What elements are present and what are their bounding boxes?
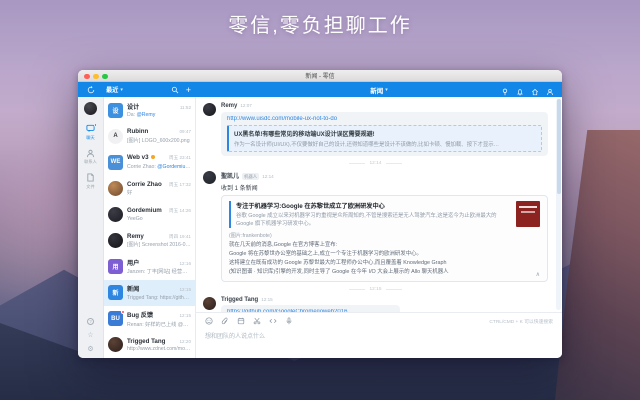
conversation-row[interactable]: BU Bug 反馈12:15 Renan: 好样的已上线 @Trigged T…… — [104, 306, 195, 332]
scrollbar-thumb[interactable] — [557, 99, 561, 194]
time-divider: 12:14 — [203, 161, 548, 166]
conversation-avatar — [108, 337, 123, 352]
gear-icon[interactable]: ⚙ — [87, 346, 93, 353]
conversation-avatar — [108, 207, 123, 222]
conversation-row[interactable]: A Rubinn09:47 [图片] LOGO_600x200.png — [104, 123, 195, 149]
news-thumbnail — [516, 201, 540, 227]
search-icon[interactable] — [171, 86, 179, 94]
conversation-avatar: A — [108, 129, 123, 144]
sender-avatar[interactable] — [203, 171, 216, 184]
conversation-row[interactable]: 设 设计11:52 Da: @Remy — [104, 97, 195, 123]
conversation-avatar: 新 — [108, 285, 123, 300]
conversation-avatar: WE — [108, 155, 123, 170]
unread-badge — [94, 123, 98, 127]
star-icon[interactable]: ☆ — [87, 332, 93, 339]
message-input[interactable] — [205, 330, 553, 340]
marketing-tagline: 零信,零负担聊工作 — [0, 9, 640, 38]
bot-badge: 机器人 — [242, 173, 259, 180]
minimize-button[interactable] — [93, 74, 99, 80]
channel-title[interactable]: 新闻 — [370, 85, 383, 95]
sync-icon[interactable] — [87, 86, 95, 94]
help-icon[interactable]: ? — [87, 318, 94, 325]
window-body: 聊天 联系人 文件 ? — [78, 97, 562, 358]
zoom-button[interactable] — [102, 74, 108, 80]
collapse-icon[interactable]: ∧ — [536, 271, 540, 278]
message-bubble: http://www.uisdc.com/mobile-ux-not-to-do… — [221, 112, 548, 156]
conversation-list: 设 设计11:52 Da: @Remy A Rubinn09:47 [图片] L… — [104, 97, 196, 358]
sender-avatar[interactable] — [203, 297, 216, 310]
members-icon[interactable] — [546, 88, 554, 96]
chat-scrollbar — [556, 99, 561, 310]
message: Remy 12:07 http://www.uisdc.com/mobile-u… — [203, 103, 548, 156]
sender-avatar[interactable] — [203, 103, 216, 116]
conversation-row[interactable]: Gordemium周五 14:26 YeeGo — [104, 201, 195, 227]
conversation-row[interactable]: 用 用户12:16 Janzen: 丁丰[网站] 经营费用周报 — [104, 254, 195, 280]
news-card[interactable]: 专注于机器学习:Google 在苏黎世成立了欧洲研发中心 谷歌 Google 成… — [221, 195, 548, 282]
desktop-wallpaper: 零信,零负担聊工作 新闻 - 零信 最近 ▾ — [0, 0, 640, 400]
microphone-icon[interactable] — [285, 317, 293, 325]
conversation-filter-dropdown[interactable]: 最近 — [106, 85, 118, 94]
code-icon[interactable] — [269, 317, 277, 325]
nav-sidebar: 聊天 联系人 文件 ? — [78, 97, 104, 358]
home-icon[interactable] — [531, 88, 539, 96]
file-icon — [86, 173, 95, 182]
unread-badge — [121, 310, 125, 314]
bell-icon[interactable] — [516, 88, 524, 96]
message-bubble: https://github.com/GoogleChrome/ioweb201… — [221, 305, 400, 312]
chat-pane: Remy 12:07 http://www.uisdc.com/mobile-u… — [196, 97, 562, 358]
window-titlebar[interactable]: 新闻 - 零信 — [78, 70, 562, 82]
sidebar-bottom: ? ☆ ⚙ — [87, 318, 94, 353]
wallpaper-rock-right — [555, 130, 640, 400]
contacts-icon — [86, 149, 95, 158]
sidebar-item-chats[interactable]: 聊天 — [86, 124, 95, 141]
my-avatar[interactable] — [84, 102, 97, 115]
new-conversation-button[interactable]: + — [186, 86, 191, 94]
window-title: 新闻 - 零信 — [305, 71, 334, 80]
screenshot-icon[interactable] — [253, 317, 261, 325]
chevron-down-icon: ▾ — [385, 87, 388, 93]
message-scroll-area: Remy 12:07 http://www.uisdc.com/mobile-u… — [196, 97, 562, 312]
chevron-down-icon: ▾ — [120, 87, 123, 93]
conversation-row[interactable]: WE Web v3周五 23:41 Corrie Zhao: @Gordemiu… — [104, 149, 195, 175]
conversation-avatar: 用 — [108, 259, 123, 274]
attachment-icon[interactable] — [221, 317, 229, 325]
conversation-avatar — [108, 181, 123, 196]
message: 聖凯儿 机器人 12:14 收到 1 条新闻 专注于机器学习:Google 在苏… — [203, 171, 548, 282]
sidebar-item-contacts[interactable]: 联系人 — [84, 149, 97, 166]
traffic-lights — [84, 74, 108, 80]
message: Trigged Tang 12:15 https://github.com/Go… — [203, 297, 548, 312]
app-header: 最近 ▾ + 新闻 ▾ — [78, 82, 562, 97]
conversation-avatar: 设 — [108, 103, 123, 118]
calendar-icon[interactable] — [237, 317, 245, 325]
conversation-avatar — [108, 233, 123, 248]
shortcut-hint: CTRL/CMD + K 可以快速搜索 — [489, 318, 553, 325]
conversation-row[interactable]: Remy周四 19:41 [图片] Screenshot 2016-05-14 … — [104, 227, 195, 253]
time-divider: 12:15 — [203, 287, 548, 292]
message-link[interactable]: http://www.uisdc.com/mobile-ux-not-to-do — [227, 116, 542, 122]
app-window: 新闻 - 零信 最近 ▾ + 新闻 ▾ — [78, 70, 562, 358]
pin-icon[interactable] — [501, 88, 509, 96]
link-preview-card[interactable]: UX黑名单!有哪些常见的移动端UX设计误区需要规避! 作为一名设计师(UI/UX… — [227, 125, 542, 152]
conversation-row[interactable]: Corrie Zhao周五 17:32 好 — [104, 175, 195, 201]
message-composer: CTRL/CMD + K 可以快速搜索 — [196, 312, 562, 358]
close-button[interactable] — [84, 74, 90, 80]
conversation-row-selected[interactable]: 新 新闻12:15 Trigged Tang: https://github.c… — [104, 280, 195, 306]
conversation-avatar: BU — [108, 311, 123, 326]
status-dot — [151, 155, 155, 159]
conversation-row[interactable]: Trigged Tang12:20 http://www.zdnet.com/m… — [104, 332, 195, 358]
emoji-icon[interactable] — [205, 317, 213, 325]
sidebar-item-files[interactable]: 文件 — [86, 173, 95, 190]
